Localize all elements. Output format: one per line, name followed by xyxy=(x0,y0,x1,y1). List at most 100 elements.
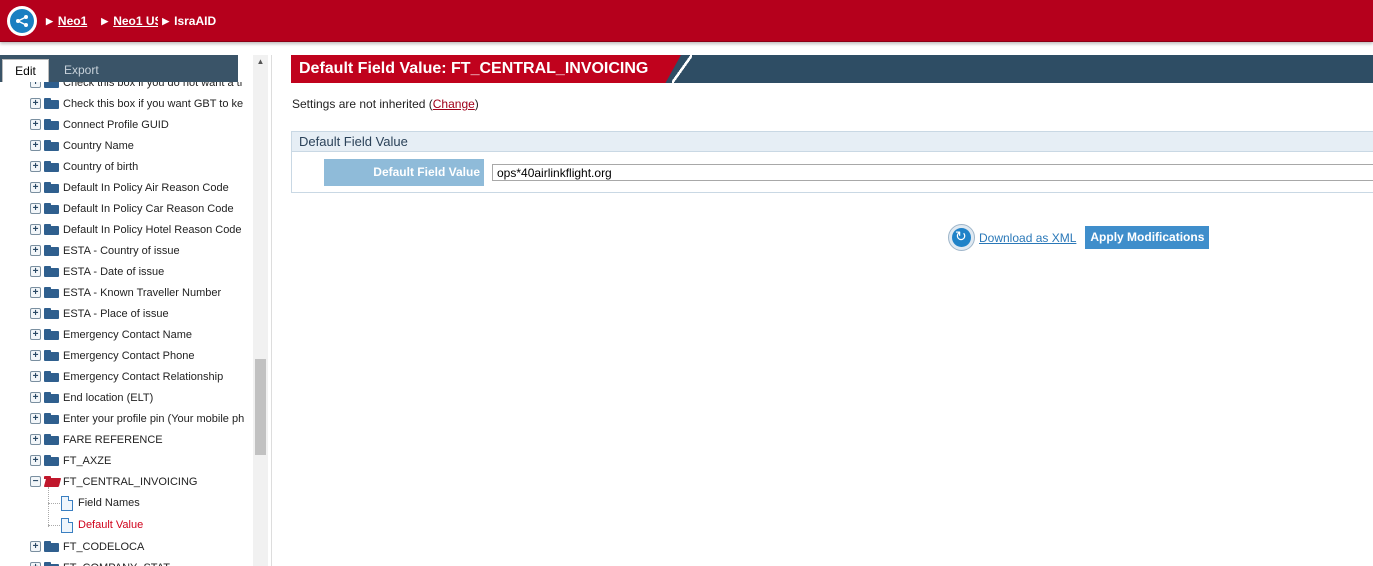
document-icon xyxy=(61,495,73,511)
tree-item-esta-date-of-issue[interactable]: + ESTA - Date of issue xyxy=(0,261,164,282)
tree-item-label: End location (ELT) xyxy=(63,391,154,404)
tree-item-default-value[interactable]: Default Value xyxy=(0,514,143,536)
tree-item-label: FT_CENTRAL_INVOICING xyxy=(63,475,198,488)
tree-item-default-in-policy-hotel-reason-code[interactable]: + Default In Policy Hotel Reason Code xyxy=(0,219,242,240)
default-value-input[interactable] xyxy=(492,164,1373,181)
tree-item-country-name[interactable]: + Country Name xyxy=(0,135,134,156)
expand-icon[interactable]: + xyxy=(30,224,41,235)
tree-scrollbar[interactable]: ▲ xyxy=(253,55,268,566)
tree-item-enter-your-profile-pin-your-mobile-ph[interactable]: + Enter your profile pin (Your mobile ph xyxy=(0,408,244,429)
folder-icon xyxy=(44,266,59,277)
left-panel: Edit Export + Check this box if you do no… xyxy=(0,55,272,566)
tree-item-label: ESTA - Known Traveller Number xyxy=(63,286,222,299)
tree-item-fare-reference[interactable]: + FARE REFERENCE xyxy=(0,429,163,450)
folder-icon xyxy=(44,140,59,151)
tree-item-default-in-policy-car-reason-code[interactable]: + Default In Policy Car Reason Code xyxy=(0,198,234,219)
expand-icon[interactable]: + xyxy=(30,140,41,151)
tab-edit[interactable]: Edit xyxy=(2,59,49,82)
breadcrumb-arrow-icon: ▶ xyxy=(101,15,109,26)
expand-icon[interactable]: + xyxy=(30,119,41,130)
tree-item-label: Default Value xyxy=(78,519,144,531)
change-link[interactable]: Change xyxy=(433,97,475,111)
tree-item-label: FT_COMPANY_STAT xyxy=(63,562,170,566)
expand-icon[interactable]: + xyxy=(30,203,41,214)
tree-item-check-this-box-if-you-do-not-want-a-ti[interactable]: + Check this box if you do not want a ti xyxy=(0,82,242,93)
header-divider xyxy=(672,55,692,83)
collapse-icon[interactable]: − xyxy=(30,476,41,487)
tree-item-label: ESTA - Country of issue xyxy=(63,244,180,257)
folder-icon xyxy=(44,245,59,256)
tree-item-country-of-birth[interactable]: + Country of birth xyxy=(0,156,138,177)
tree-item-connect-profile-guid[interactable]: + Connect Profile GUID xyxy=(0,114,169,135)
folder-icon xyxy=(44,329,59,340)
tree-item-emergency-contact-phone[interactable]: + Emergency Contact Phone xyxy=(0,345,194,366)
folder-icon xyxy=(44,392,59,403)
expand-icon[interactable]: + xyxy=(30,392,41,403)
tree-item-emergency-contact-name[interactable]: + Emergency Contact Name xyxy=(0,324,192,345)
tab-export[interactable]: Export xyxy=(54,59,109,82)
expand-icon[interactable]: + xyxy=(30,329,41,340)
folder-icon xyxy=(44,413,59,424)
tree-item-default-in-policy-air-reason-code[interactable]: + Default In Policy Air Reason Code xyxy=(0,177,229,198)
breadcrumb-item-israaid: IsraAID xyxy=(174,14,217,28)
page-title: Default Field Value: FT_CENTRAL_INVOICIN… xyxy=(291,55,681,83)
tree-item-label: Check this box if you do not want a ti xyxy=(63,82,243,89)
expand-icon[interactable]: + xyxy=(30,455,41,466)
tree-item-ft-axze[interactable]: + FT_AXZE xyxy=(0,450,111,471)
expand-icon[interactable]: + xyxy=(30,434,41,445)
expand-icon[interactable]: + xyxy=(30,562,41,566)
expand-icon[interactable]: + xyxy=(30,371,41,382)
tree-item-label: Default In Policy Air Reason Code xyxy=(63,181,229,194)
tree-item-label: Country Name xyxy=(63,139,134,152)
expand-icon[interactable]: + xyxy=(30,308,41,319)
tree-item-emergency-contact-relationship[interactable]: + Emergency Contact Relationship xyxy=(0,366,223,387)
folder-open-icon xyxy=(44,476,59,487)
folder-icon xyxy=(44,119,59,130)
expand-icon[interactable]: + xyxy=(30,98,41,109)
expand-icon[interactable]: + xyxy=(30,287,41,298)
tree-item-ft-central-invoicing[interactable]: − FT_CENTRAL_INVOICING xyxy=(0,471,197,492)
apply-modifications-button[interactable]: Apply Modifications xyxy=(1085,226,1210,249)
tree-item-check-this-box-if-you-want-gbt-to-ke[interactable]: + Check this box if you want GBT to ke xyxy=(0,93,243,114)
tree-item-label: Emergency Contact Phone xyxy=(63,349,195,362)
tree-connector xyxy=(48,525,60,526)
scroll-up-icon[interactable]: ▲ xyxy=(253,57,268,69)
tree-item-label: Connect Profile GUID xyxy=(63,118,169,131)
expand-icon[interactable]: + xyxy=(30,541,41,552)
expand-icon[interactable]: + xyxy=(30,245,41,256)
breadcrumb-item-neo1[interactable]: Neo1 xyxy=(58,14,87,28)
tree-connector xyxy=(48,503,60,504)
expand-icon[interactable]: + xyxy=(30,182,41,193)
top-bar: ▶ Neo1 ▶ Neo1 US ▶ IsraAID xyxy=(0,0,1373,42)
tree-item-field-names[interactable]: Field Names xyxy=(0,492,140,514)
tree-item-esta-known-traveller-number[interactable]: + ESTA - Known Traveller Number xyxy=(0,282,221,303)
tree-item-esta-place-of-issue[interactable]: + ESTA - Place of issue xyxy=(0,303,169,324)
folder-icon xyxy=(44,455,59,466)
action-bar: Download as XML Apply Modifications xyxy=(948,224,1210,251)
folder-icon xyxy=(44,287,59,298)
folder-icon xyxy=(44,182,59,193)
app-logo-icon[interactable] xyxy=(7,6,37,36)
tree-item-ft-codeloca[interactable]: + FT_CODELOCA xyxy=(0,536,144,557)
folder-icon xyxy=(44,350,59,361)
breadcrumb-item-neo1-us[interactable]: Neo1 US xyxy=(113,14,158,28)
tree-item-label: FT_AXZE xyxy=(63,454,112,467)
panel-tabs: Edit Export xyxy=(0,55,238,82)
expand-icon[interactable]: + xyxy=(30,413,41,424)
download-icon[interactable] xyxy=(948,224,975,251)
tree-item-label: Check this box if you want GBT to ke xyxy=(63,97,244,110)
expand-icon[interactable]: + xyxy=(30,161,41,172)
tree-item-esta-country-of-issue[interactable]: + ESTA - Country of issue xyxy=(0,240,180,261)
download-xml-link[interactable]: Download as XML xyxy=(979,231,1076,245)
scroll-thumb[interactable] xyxy=(255,359,266,455)
inherit-text: Settings are not inherited ( xyxy=(292,97,433,111)
tree-item-ft-company-stat[interactable]: + FT_COMPANY_STAT xyxy=(0,557,170,566)
expand-icon[interactable]: + xyxy=(30,266,41,277)
tree-item-end-location-elt[interactable]: + End location (ELT) xyxy=(0,387,153,408)
tree-item-label: FT_CODELOCA xyxy=(63,540,145,553)
folder-icon xyxy=(44,562,59,566)
expand-icon[interactable]: + xyxy=(30,350,41,361)
default-field-value-section: Default Field Value Default Field Value xyxy=(291,131,1373,193)
folder-icon xyxy=(44,98,59,109)
expand-icon[interactable]: + xyxy=(30,82,41,88)
